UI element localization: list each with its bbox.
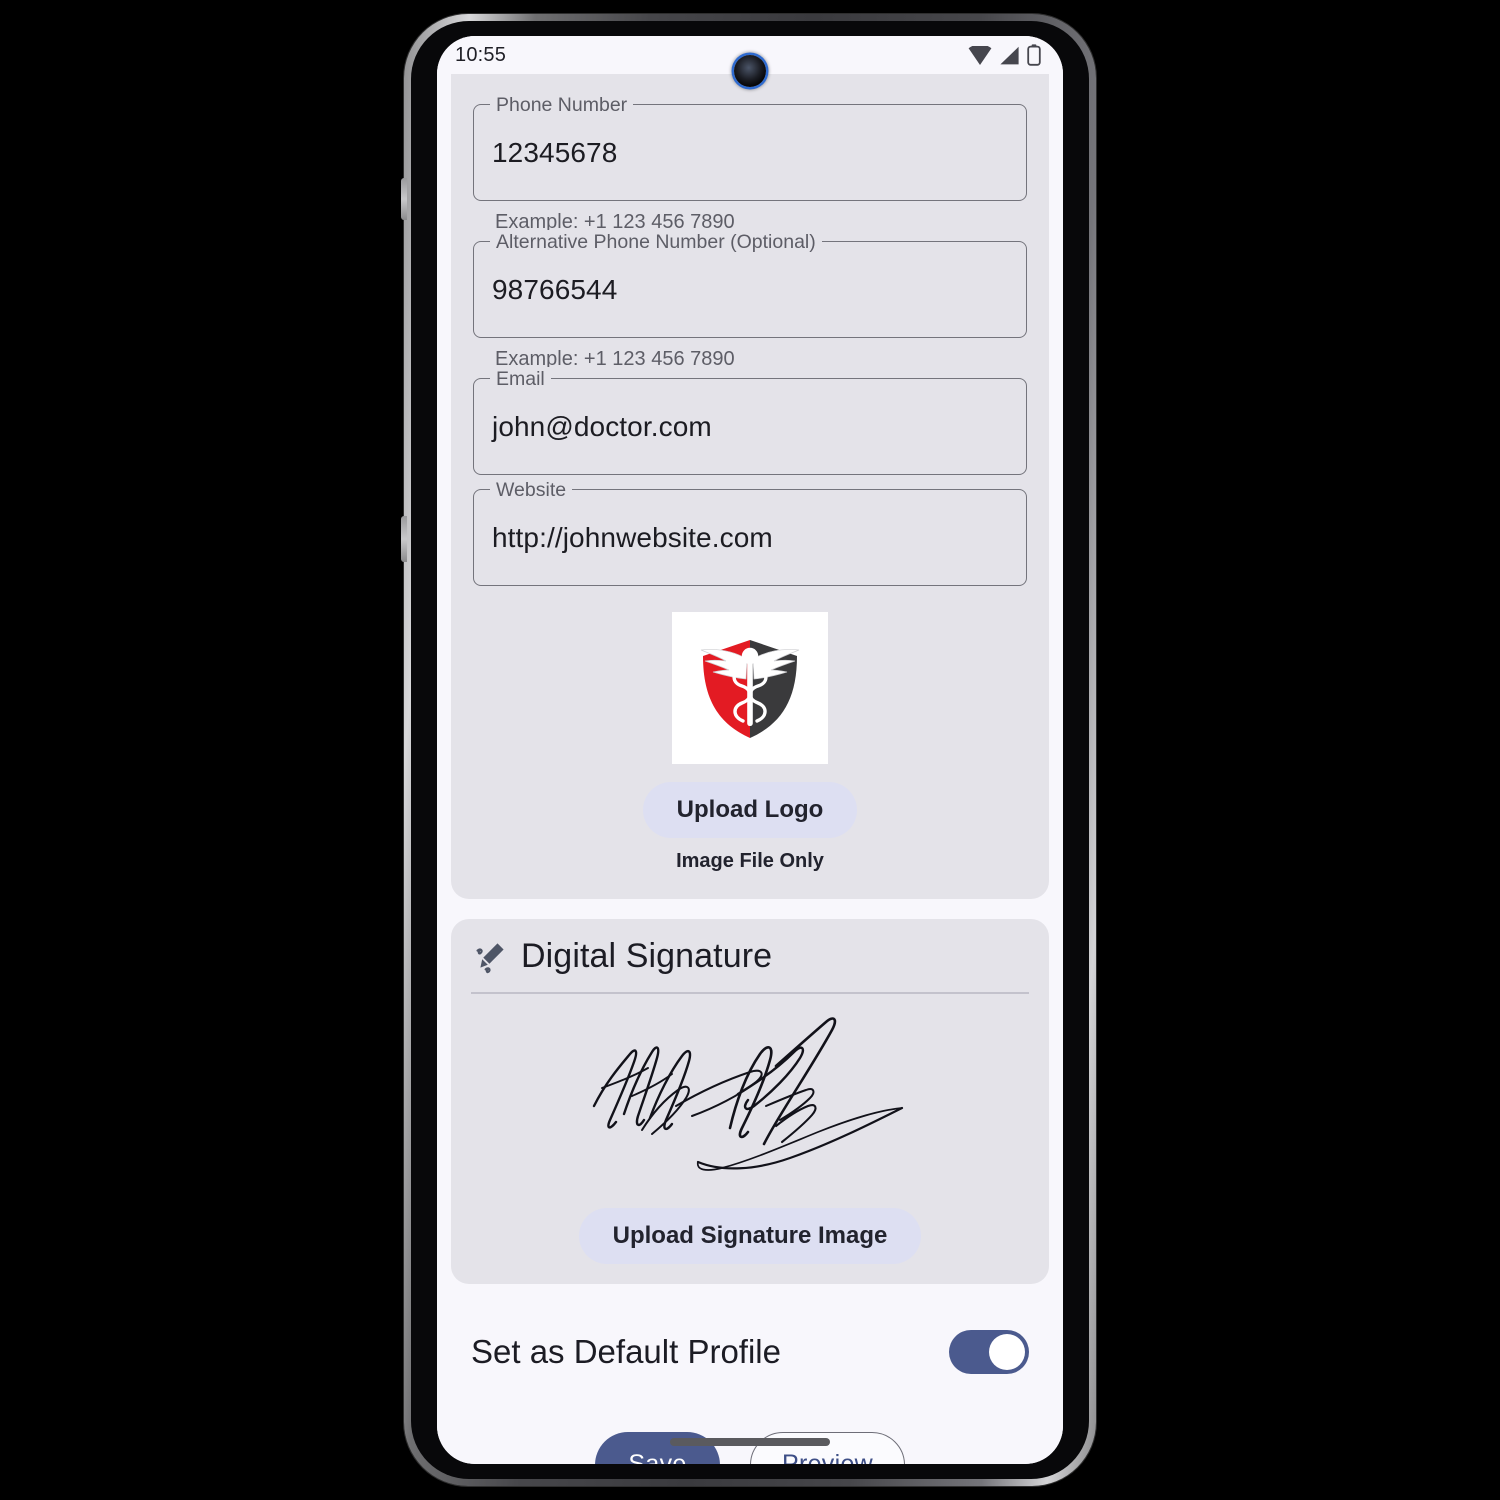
set-default-profile-toggle[interactable] [949, 1329, 1029, 1374]
logo-file-type-note: Image File Only [676, 850, 824, 872]
digital-signature-header: Digital Signature [473, 937, 1027, 992]
profile-form-scroll-area[interactable]: Phone Number 12345678 Example: +1 123 45… [437, 74, 1063, 1464]
alt-phone-field-wrapper: Alternative Phone Number (Optional) 9876… [473, 230, 1027, 338]
section-divider [471, 992, 1029, 994]
email-field-wrapper: Email john@doctor.com [473, 367, 1027, 475]
email-value: john@doctor.com [492, 410, 712, 442]
logo-preview-frame [672, 612, 828, 764]
battery-icon [1027, 44, 1041, 66]
email-label: Email [490, 367, 551, 391]
alt-phone-value: 98766544 [492, 273, 618, 305]
digital-signature-title: Digital Signature [521, 937, 773, 975]
phone-side-button-volume[interactable] [401, 178, 407, 220]
upload-signature-image-button[interactable]: Upload Signature Image [578, 1207, 922, 1264]
phone-number-label: Phone Number [490, 93, 634, 117]
email-input[interactable]: Email john@doctor.com [473, 367, 1027, 475]
digital-signature-card: Digital Signature Upload Signature Image [451, 919, 1049, 1284]
signature-pen-icon [476, 942, 504, 973]
logo-upload-block: Upload Logo Image File Only [473, 612, 1027, 873]
status-bar-icons [968, 44, 1041, 66]
form-action-buttons: Save Preview [437, 1431, 1063, 1464]
phone-number-field-wrapper: Phone Number 12345678 [473, 93, 1027, 201]
signature-preview [473, 1000, 1027, 1190]
gesture-navigation-bar[interactable] [670, 1438, 830, 1446]
website-input[interactable]: Website http://johnwebsite.com [473, 478, 1027, 586]
phone-screen: 10:55 Phone Number 12345678 Example: +1 … [437, 36, 1063, 1464]
set-default-profile-label: Set as Default Profile [471, 1332, 781, 1370]
phone-side-button-power[interactable] [401, 516, 407, 562]
handwritten-signature [592, 1016, 904, 1171]
set-default-profile-row[interactable]: Set as Default Profile [437, 1298, 1063, 1406]
website-label: Website [490, 478, 573, 502]
screenshot-stage: 10:55 Phone Number 12345678 Example: +1 … [0, 0, 1500, 1500]
cellular-signal-icon [1000, 46, 1019, 64]
phone-number-value: 12345678 [492, 136, 618, 168]
front-camera-punch-hole [734, 55, 766, 87]
preview-button[interactable]: Preview [750, 1431, 905, 1464]
status-bar-clock: 10:55 [455, 43, 507, 66]
website-field-wrapper: Website http://johnwebsite.com [473, 478, 1027, 586]
signature-upload-row: Upload Signature Image [473, 1190, 1027, 1264]
toggle-knob [989, 1333, 1025, 1370]
wifi-icon [968, 45, 992, 65]
contact-details-card: Phone Number 12345678 Example: +1 123 45… [451, 74, 1049, 899]
save-button[interactable]: Save [595, 1431, 720, 1464]
upload-logo-button[interactable]: Upload Logo [642, 782, 858, 838]
alt-phone-helper-text: Example: +1 123 456 7890 [495, 348, 735, 370]
alt-phone-input[interactable]: Alternative Phone Number (Optional) 9876… [473, 230, 1027, 338]
website-value: http://johnwebsite.com [492, 521, 773, 553]
phone-number-input[interactable]: Phone Number 12345678 [473, 93, 1027, 201]
alt-phone-label: Alternative Phone Number (Optional) [490, 230, 822, 254]
caduceus-shield-logo [700, 640, 800, 738]
